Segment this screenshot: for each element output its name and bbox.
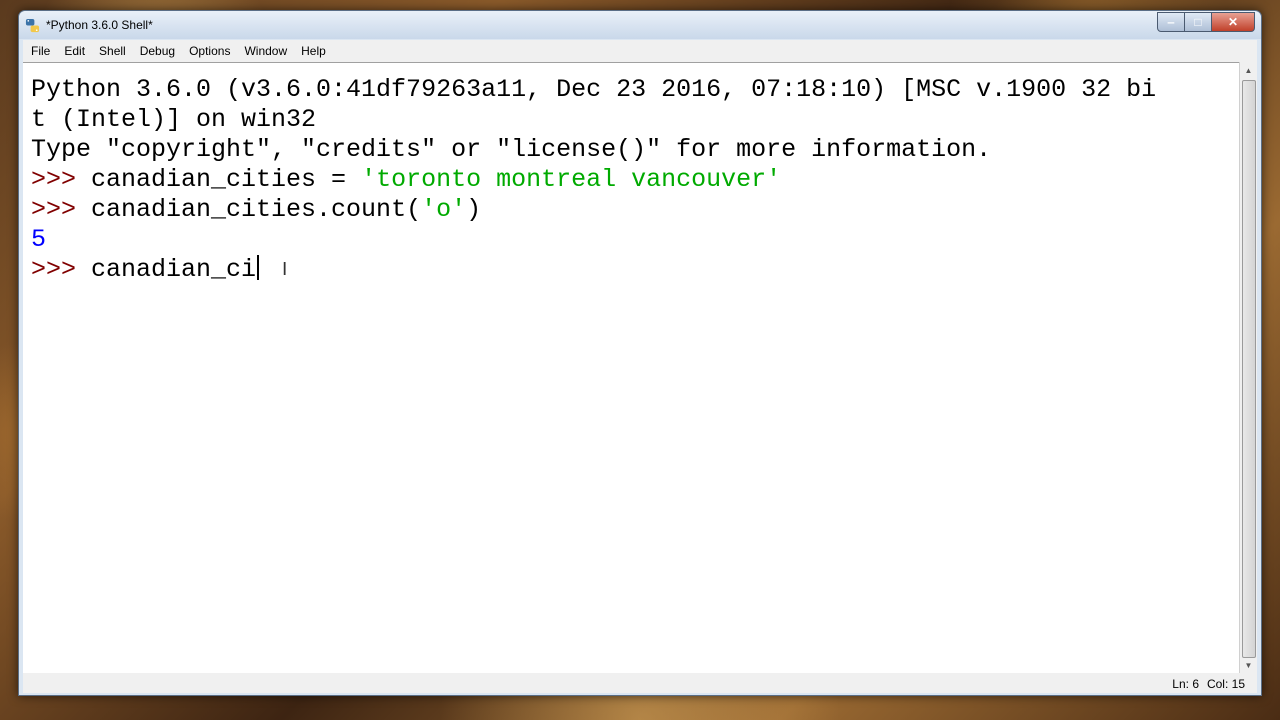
close-button[interactable]: ✕ [1211,12,1255,32]
current-input-text[interactable]: canadian_ci [91,255,256,284]
menu-window[interactable]: Window [237,44,294,58]
scroll-down-arrow-icon[interactable]: ▼ [1240,657,1257,674]
menu-help[interactable]: Help [294,44,333,58]
shell-prompt: >>> [31,255,92,284]
menu-shell[interactable]: Shell [92,44,133,58]
menu-options[interactable]: Options [182,44,237,58]
python-icon [25,18,40,33]
scrollbar-thumb[interactable] [1242,80,1256,658]
code-text: canadian_cities = [91,165,362,194]
shell-text-area[interactable]: Python 3.6.0 (v3.6.0:41df79263a11, Dec 2… [23,62,1239,675]
shell-prompt: >>> [31,165,92,194]
scroll-up-arrow-icon[interactable]: ▲ [1240,62,1257,79]
code-text: canadian_cities.count( [91,195,422,224]
banner-line: t (Intel)] on win32 [31,105,317,134]
banner-line: Type "copyright", "credits" or "license(… [31,135,992,164]
title-bar[interactable]: *Python 3.6.0 Shell* ‒ □ ✕ [19,11,1261,39]
menu-bar: File Edit Shell Debug Options Window Hel… [23,40,1257,62]
ibeam-cursor-icon: I [282,259,288,280]
banner-line: Python 3.6.0 (v3.6.0:41df79263a11, Dec 2… [31,75,1157,104]
current-input-line[interactable]: >>> canadian_ci [31,255,260,285]
status-bar: Ln: 6 Col: 15 [23,673,1257,693]
command-line: >>> canadian_cities = 'toronto montreal … [31,165,781,195]
vertical-scrollbar[interactable]: ▲ ▼ [1239,62,1257,674]
code-text: ) [466,195,482,224]
string-literal: 'o' [421,195,467,224]
idle-shell-window: *Python 3.6.0 Shell* ‒ □ ✕ File Edit She… [18,10,1262,696]
window-title: *Python 3.6.0 Shell* [46,18,153,32]
window-controls: ‒ □ ✕ [1157,12,1255,32]
line-number-status: Ln: 6 [1172,677,1199,691]
menu-edit[interactable]: Edit [57,44,92,58]
menu-file[interactable]: File [23,44,57,58]
menu-debug[interactable]: Debug [133,44,182,58]
string-literal: 'toronto montreal vancouver' [361,165,782,194]
text-caret [257,255,260,280]
command-line: >>> canadian_cities.count('o') [31,195,481,225]
output-line: 5 [31,225,47,254]
minimize-button[interactable]: ‒ [1157,12,1185,32]
maximize-button[interactable]: □ [1184,12,1212,32]
shell-prompt: >>> [31,195,92,224]
column-number-status: Col: 15 [1206,677,1245,691]
